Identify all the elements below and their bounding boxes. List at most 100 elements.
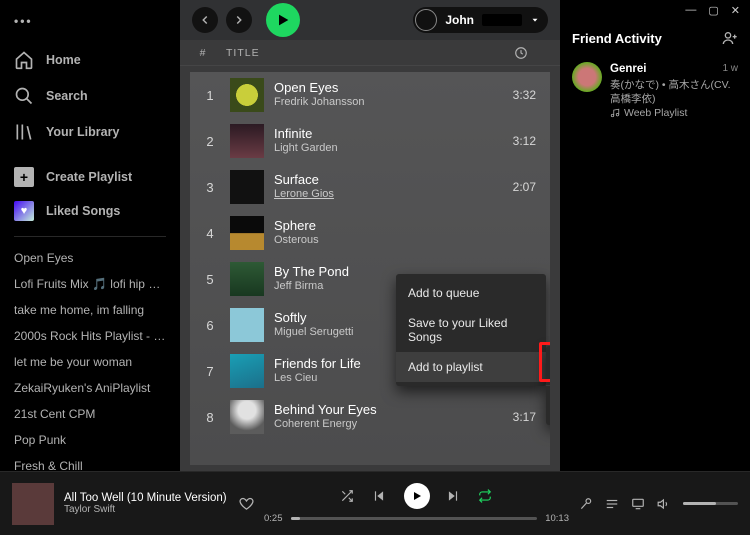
queue-button[interactable] <box>605 497 619 511</box>
playlist-item[interactable]: Pop Punk <box>0 427 180 453</box>
repeat-icon <box>478 489 492 503</box>
now-playing-art[interactable] <box>12 483 54 525</box>
nav-label: Search <box>46 89 88 103</box>
track-number: 2 <box>200 134 220 149</box>
track-number: 5 <box>200 272 220 287</box>
col-duration <box>514 46 544 60</box>
track-duration: 3:17 <box>500 410 540 424</box>
playlist-icon <box>610 108 620 118</box>
progress-slider[interactable] <box>291 517 538 520</box>
track-row[interactable]: 3 SurfaceLerone Gios 2:07 <box>190 164 550 210</box>
heart-icon <box>239 496 254 511</box>
play-all-button[interactable] <box>266 3 300 37</box>
menu-item-add-new-playlist[interactable]: Add to new playlist <box>546 350 550 382</box>
nav-forward[interactable] <box>226 7 252 33</box>
menu-dots[interactable]: ••• <box>0 8 180 42</box>
plus-icon: + <box>14 167 34 187</box>
minimize-button[interactable]: — <box>685 4 696 16</box>
sidebar: ••• Home Search Your Library + Create Pl… <box>0 0 180 471</box>
play-icon <box>411 490 423 502</box>
liked-songs[interactable]: ♥ Liked Songs <box>0 194 180 228</box>
volume-icon <box>657 497 671 511</box>
like-button[interactable] <box>239 496 254 511</box>
nav-home[interactable]: Home <box>0 42 180 78</box>
playlist-item[interactable]: let me be your woman <box>0 349 180 375</box>
heart-icon: ♥ <box>14 201 34 221</box>
friend-entry[interactable]: Genrei1 w 奏(かなで) • 高木さん(CV.高橋李依) Weeb Pl… <box>560 56 750 126</box>
user-name: John <box>445 13 474 27</box>
track-row[interactable]: 8 Behind Your EyesCoherent Energy 3:17 <box>190 394 550 440</box>
album-art <box>230 354 264 388</box>
track-duration: 3:12 <box>500 134 540 148</box>
menu-item-save-liked[interactable]: Save to your Liked Songs <box>396 308 546 352</box>
devices-button[interactable] <box>631 497 645 511</box>
playlist-item[interactable]: Lofi Fruits Mix 🎵 lofi hip ho... <box>0 271 180 297</box>
maximize-button[interactable]: ▢ <box>708 4 718 17</box>
main-view: John # TITLE 1 Open EyesFredrik Johansso… <box>180 0 560 471</box>
nav-label: Home <box>46 53 81 67</box>
track-duration: 2:07 <box>500 180 540 194</box>
user-menu[interactable]: John <box>413 7 548 33</box>
playlist-item[interactable]: 21st Cent CPM <box>0 401 180 427</box>
col-title: TITLE <box>218 47 514 59</box>
volume-slider[interactable] <box>683 502 738 505</box>
track-row[interactable]: 2 InfiniteLight Garden 3:12 <box>190 118 550 164</box>
volume-button[interactable] <box>657 497 671 511</box>
nav-back[interactable] <box>192 7 218 33</box>
menu-item-playlist[interactable]: Open Eyes <box>546 389 550 421</box>
track-duration: 3:32 <box>500 88 540 102</box>
track-row[interactable]: 1 Open EyesFredrik Johansson 3:32 <box>190 72 550 118</box>
close-button[interactable]: ✕ <box>731 4 740 17</box>
album-art <box>230 216 264 250</box>
track-title: Open Eyes <box>274 80 490 96</box>
create-playlist[interactable]: + Create Playlist <box>0 160 180 194</box>
track-artist: Osterous <box>274 234 490 248</box>
shuffle-icon <box>340 489 354 503</box>
avatar-icon <box>415 9 437 31</box>
library-icon <box>14 122 34 142</box>
total-time: 10:13 <box>545 513 569 524</box>
menu-separator <box>546 385 550 386</box>
playlist-list: Open Eyes Lofi Fruits Mix 🎵 lofi hip ho.… <box>0 245 180 471</box>
playlist-item[interactable]: ZekaiRyuken's AniPlaylist <box>0 375 180 401</box>
album-art <box>230 262 264 296</box>
album-art <box>230 308 264 342</box>
playlist-item[interactable]: take me home, im falling <box>0 297 180 323</box>
album-art <box>230 400 264 434</box>
track-row[interactable]: 4 SphereOsterous <box>190 210 550 256</box>
menu-item-add-playlist[interactable]: Add to playlist <box>396 352 546 382</box>
column-header: # TITLE <box>180 40 560 66</box>
track-number: 4 <box>200 226 220 241</box>
track-artist: Coherent Energy <box>274 418 490 432</box>
nav-library[interactable]: Your Library <box>0 114 180 150</box>
track-number: 8 <box>200 410 220 425</box>
playlist-item[interactable]: Open Eyes <box>0 245 180 271</box>
friend-time: 1 w <box>722 62 738 76</box>
nav-search[interactable]: Search <box>0 78 180 114</box>
playlist-item[interactable]: Fresh & Chill <box>0 453 180 471</box>
skip-forward-icon <box>446 489 460 503</box>
prev-button[interactable] <box>372 489 388 503</box>
playlist-item[interactable]: 2000s Rock Hits Playlist - 0... <box>0 323 180 349</box>
menu-item-add-queue[interactable]: Add to queue <box>396 278 546 308</box>
player-bar: All Too Well (10 Minute Version) Taylor … <box>0 471 750 535</box>
track-artist: Light Garden <box>274 142 490 156</box>
repeat-button[interactable] <box>478 489 494 503</box>
nav-label: Your Library <box>46 125 119 139</box>
track-title: Behind Your Eyes <box>274 402 490 418</box>
shuffle-button[interactable] <box>340 489 356 503</box>
play-pause-button[interactable] <box>404 483 430 509</box>
next-button[interactable] <box>446 489 462 503</box>
col-number: # <box>188 47 218 59</box>
player-center: 0:25 10:13 <box>264 483 569 524</box>
lyrics-button[interactable] <box>579 497 593 511</box>
elapsed-time: 0:25 <box>264 513 283 524</box>
caret-down-icon <box>530 15 540 25</box>
now-playing-artist[interactable]: Taylor Swift <box>64 504 229 515</box>
track-title: Surface <box>274 172 490 188</box>
now-playing-title[interactable]: All Too Well (10 Minute Version) <box>64 492 229 504</box>
track-artist[interactable]: Lerone Gios <box>274 188 490 202</box>
add-friend-icon[interactable] <box>722 30 738 46</box>
friend-activity-panel: — ▢ ✕ Friend Activity Genrei1 w 奏(かなで) •… <box>560 0 750 471</box>
play-icon <box>275 12 291 28</box>
